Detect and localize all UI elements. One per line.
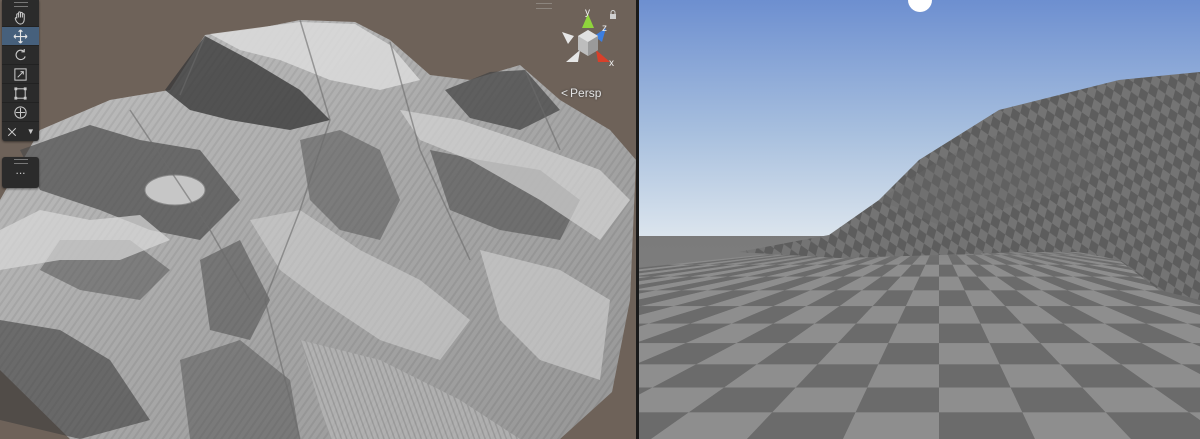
extra-overlay[interactable]: ...	[2, 157, 39, 188]
y-axis-label: y	[585, 7, 590, 18]
neg-z-axis-cone[interactable]	[562, 32, 574, 44]
rotate-tool-button[interactable]	[2, 46, 39, 65]
scale-icon	[14, 67, 27, 81]
move-arrows-icon	[13, 29, 28, 43]
z-axis-label: z	[602, 23, 607, 34]
hand-icon	[14, 10, 25, 25]
projection-toggle[interactable]: < Persp	[561, 86, 601, 100]
ground-tile	[939, 387, 1023, 413]
tools-dropdown-icon	[8, 127, 17, 136]
view-tool-button[interactable]	[2, 8, 39, 27]
ground-tile	[939, 364, 1011, 388]
ground-tile	[878, 343, 939, 365]
ground-tile	[855, 387, 939, 413]
toolbar-grip-handle[interactable]	[536, 3, 552, 9]
ground-tile	[939, 412, 1035, 439]
scale-tool-button[interactable]	[2, 65, 39, 84]
move-tool-button[interactable]	[2, 27, 39, 46]
game-view[interactable]	[639, 0, 1200, 439]
neg-x-axis-cone[interactable]	[566, 50, 580, 62]
rect-icon	[14, 86, 27, 100]
x-axis-cone[interactable]	[596, 50, 610, 62]
chevron-left-icon: <	[561, 86, 569, 100]
ground-tile	[939, 343, 1000, 365]
custom-tools-dropdown[interactable]: ▼	[2, 122, 39, 141]
scene-view[interactable]: ▼ ... y z x < Persp	[0, 0, 636, 439]
ground-tile	[843, 412, 939, 439]
lock-icon[interactable]	[609, 10, 617, 19]
rect-tool-button[interactable]	[2, 84, 39, 103]
tools-overlay: ▼	[2, 0, 39, 141]
x-axis-label: x	[609, 58, 614, 69]
checkered-ground	[639, 236, 1200, 439]
chevron-down-icon: ▼	[26, 127, 35, 136]
projection-label: Persp	[570, 86, 602, 100]
more-options-button[interactable]: ...	[2, 164, 39, 176]
game-render	[639, 0, 1200, 439]
rotate-icon	[15, 48, 26, 60]
terrain-mesh[interactable]	[0, 0, 636, 439]
transform-icon	[14, 105, 27, 119]
overlay-grip[interactable]	[2, 0, 39, 8]
ground-tile	[867, 364, 939, 388]
transform-tool-button[interactable]	[2, 103, 39, 122]
